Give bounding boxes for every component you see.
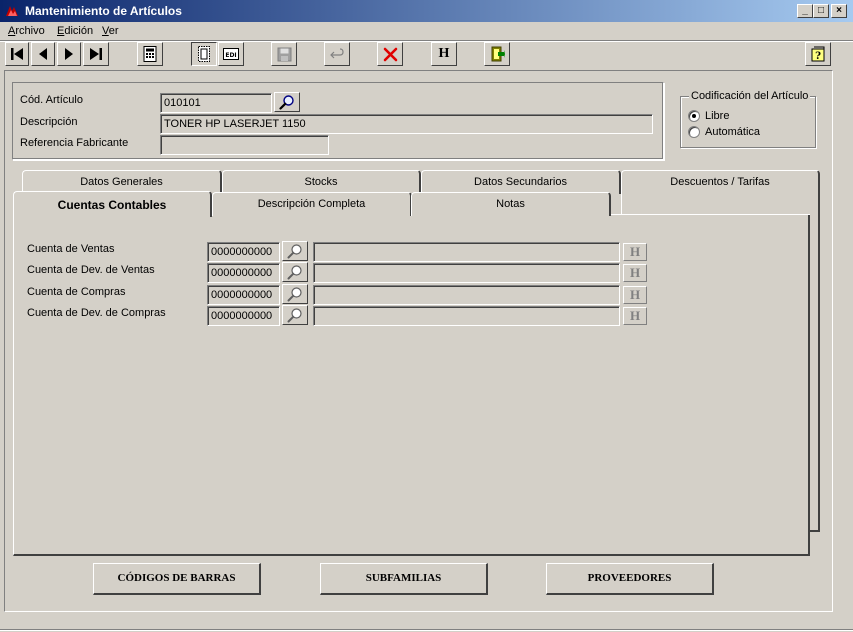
codigo-field[interactable]: 010101 bbox=[160, 93, 272, 113]
save-icon bbox=[277, 47, 291, 61]
cuenta-dev-compras-field[interactable]: 0000000000 bbox=[207, 306, 280, 326]
next-record-button[interactable] bbox=[57, 42, 81, 66]
menu-separator bbox=[0, 40, 853, 42]
minimize-button[interactable]: _ bbox=[797, 4, 813, 18]
codigo-label: Cód. Artículo bbox=[20, 94, 83, 106]
tab-stocks[interactable]: Stocks bbox=[222, 170, 421, 194]
menu-edicion-label: dición bbox=[64, 25, 94, 37]
codigos-barras-button[interactable]: CÓDIGOS DE BARRAS bbox=[93, 563, 261, 595]
history-icon: H bbox=[438, 46, 450, 61]
undo-button[interactable] bbox=[324, 42, 350, 66]
menu-edicion[interactable]: Edición bbox=[57, 25, 93, 37]
codificacion-group bbox=[680, 96, 816, 148]
codificacion-title: Codificación del Artículo bbox=[689, 90, 811, 102]
cuenta-dev-ventas-label: Cuenta de Dev. de Ventas bbox=[27, 264, 155, 276]
svg-text:EDI: EDI bbox=[225, 52, 236, 59]
window-bottom-edge bbox=[0, 629, 853, 631]
libre-label: Libre bbox=[705, 110, 730, 122]
app-logo-icon bbox=[4, 3, 20, 19]
libre-radio[interactable] bbox=[688, 110, 700, 122]
menu-archivo[interactable]: Archivo bbox=[8, 25, 45, 37]
first-record-button[interactable] bbox=[5, 42, 29, 66]
magnifier-icon bbox=[287, 308, 302, 323]
title-bar: Mantenimiento de Artículos _ □ × bbox=[0, 0, 853, 22]
automatica-label: Automática bbox=[705, 126, 761, 138]
exit-button[interactable] bbox=[484, 42, 510, 66]
subfamilias-button[interactable]: SUBFAMILIAS bbox=[320, 563, 488, 595]
delete-icon bbox=[383, 47, 397, 61]
next-icon bbox=[65, 48, 73, 60]
cuenta-compras-history-button[interactable]: H bbox=[623, 286, 647, 304]
history-button[interactable]: H bbox=[431, 42, 457, 66]
cuenta-dev-ventas-field[interactable]: 0000000000 bbox=[207, 263, 280, 283]
automatica-radio[interactable] bbox=[688, 126, 700, 138]
menu-ver-accel: V bbox=[102, 25, 109, 37]
magnifier-icon bbox=[287, 265, 302, 280]
cuenta-dev-ventas-history-button[interactable]: H bbox=[623, 264, 647, 282]
tab-page-back-bottom bbox=[810, 530, 820, 532]
prev-record-button[interactable] bbox=[31, 42, 55, 66]
help-button[interactable]: ? bbox=[805, 42, 831, 66]
tab-page-back-edge bbox=[818, 190, 820, 532]
cuenta-compras-label: Cuenta de Compras bbox=[27, 286, 126, 298]
calculator-icon bbox=[143, 46, 157, 62]
codigo-lookup-button[interactable] bbox=[274, 92, 300, 112]
edit-button[interactable]: EDI bbox=[218, 42, 244, 66]
prev-icon bbox=[39, 48, 47, 60]
tab-descripcion-completa[interactable]: Descripción Completa bbox=[212, 192, 412, 216]
cuenta-dev-ventas-description bbox=[313, 263, 620, 283]
cuenta-ventas-label: Cuenta de Ventas bbox=[27, 243, 115, 255]
first-icon bbox=[11, 48, 23, 60]
cuenta-compras-lookup-button[interactable] bbox=[282, 284, 308, 304]
menu-ver-label: er bbox=[108, 25, 119, 37]
menu-bar: Archivo Edición Ver bbox=[0, 22, 853, 40]
menu-archivo-label: rchivo bbox=[15, 25, 45, 37]
menu-ver[interactable]: Ver bbox=[102, 25, 119, 37]
calculator-button[interactable] bbox=[137, 42, 163, 66]
delete-button[interactable] bbox=[377, 42, 403, 66]
referencia-field[interactable] bbox=[160, 135, 329, 155]
descripcion-label: Descripción bbox=[20, 116, 78, 128]
cuenta-compras-description bbox=[313, 285, 620, 305]
save-button[interactable] bbox=[271, 42, 297, 66]
close-button[interactable]: × bbox=[831, 4, 847, 18]
tab-cuentas-contables[interactable]: Cuentas Contables bbox=[13, 191, 212, 217]
magnifier-icon bbox=[287, 287, 302, 302]
cuenta-dev-compras-history-button[interactable]: H bbox=[623, 307, 647, 325]
tab-descuentos-tarifas[interactable]: Descuentos / Tarifas bbox=[621, 170, 820, 216]
cuenta-dev-compras-lookup-button[interactable] bbox=[282, 305, 308, 325]
cuenta-ventas-description bbox=[313, 242, 620, 262]
cuenta-dev-ventas-lookup-button[interactable] bbox=[282, 262, 308, 282]
edit-icon: EDI bbox=[223, 48, 239, 60]
maximize-button[interactable]: □ bbox=[813, 4, 829, 18]
magnifier-icon bbox=[279, 95, 294, 110]
undo-icon bbox=[329, 47, 344, 58]
exit-icon bbox=[491, 46, 505, 62]
tab-notas[interactable]: Notas bbox=[411, 192, 611, 216]
cuenta-dev-compras-label: Cuenta de Dev. de Compras bbox=[27, 307, 166, 319]
descripcion-field[interactable]: TONER HP LASERJET 1150 bbox=[160, 114, 653, 134]
proveedores-button[interactable]: PROVEEDORES bbox=[546, 563, 714, 595]
last-record-button[interactable] bbox=[83, 42, 109, 66]
cuenta-ventas-lookup-button[interactable] bbox=[282, 241, 308, 261]
form-view-icon bbox=[198, 46, 210, 62]
svg-text:?: ? bbox=[815, 51, 821, 62]
cuenta-ventas-field[interactable]: 0000000000 bbox=[207, 242, 280, 262]
cuenta-dev-compras-description bbox=[313, 306, 620, 326]
help-icon: ? bbox=[811, 46, 825, 62]
last-icon bbox=[90, 48, 102, 60]
magnifier-icon bbox=[287, 244, 302, 259]
form-view-button[interactable] bbox=[191, 42, 217, 66]
cuenta-compras-field[interactable]: 0000000000 bbox=[207, 285, 280, 305]
referencia-label: Referencia Fabricante bbox=[20, 137, 129, 149]
window-title: Mantenimiento de Artículos bbox=[25, 4, 182, 18]
tab-datos-secundarios[interactable]: Datos Secundarios bbox=[421, 170, 621, 194]
cuenta-ventas-history-button[interactable]: H bbox=[623, 243, 647, 261]
